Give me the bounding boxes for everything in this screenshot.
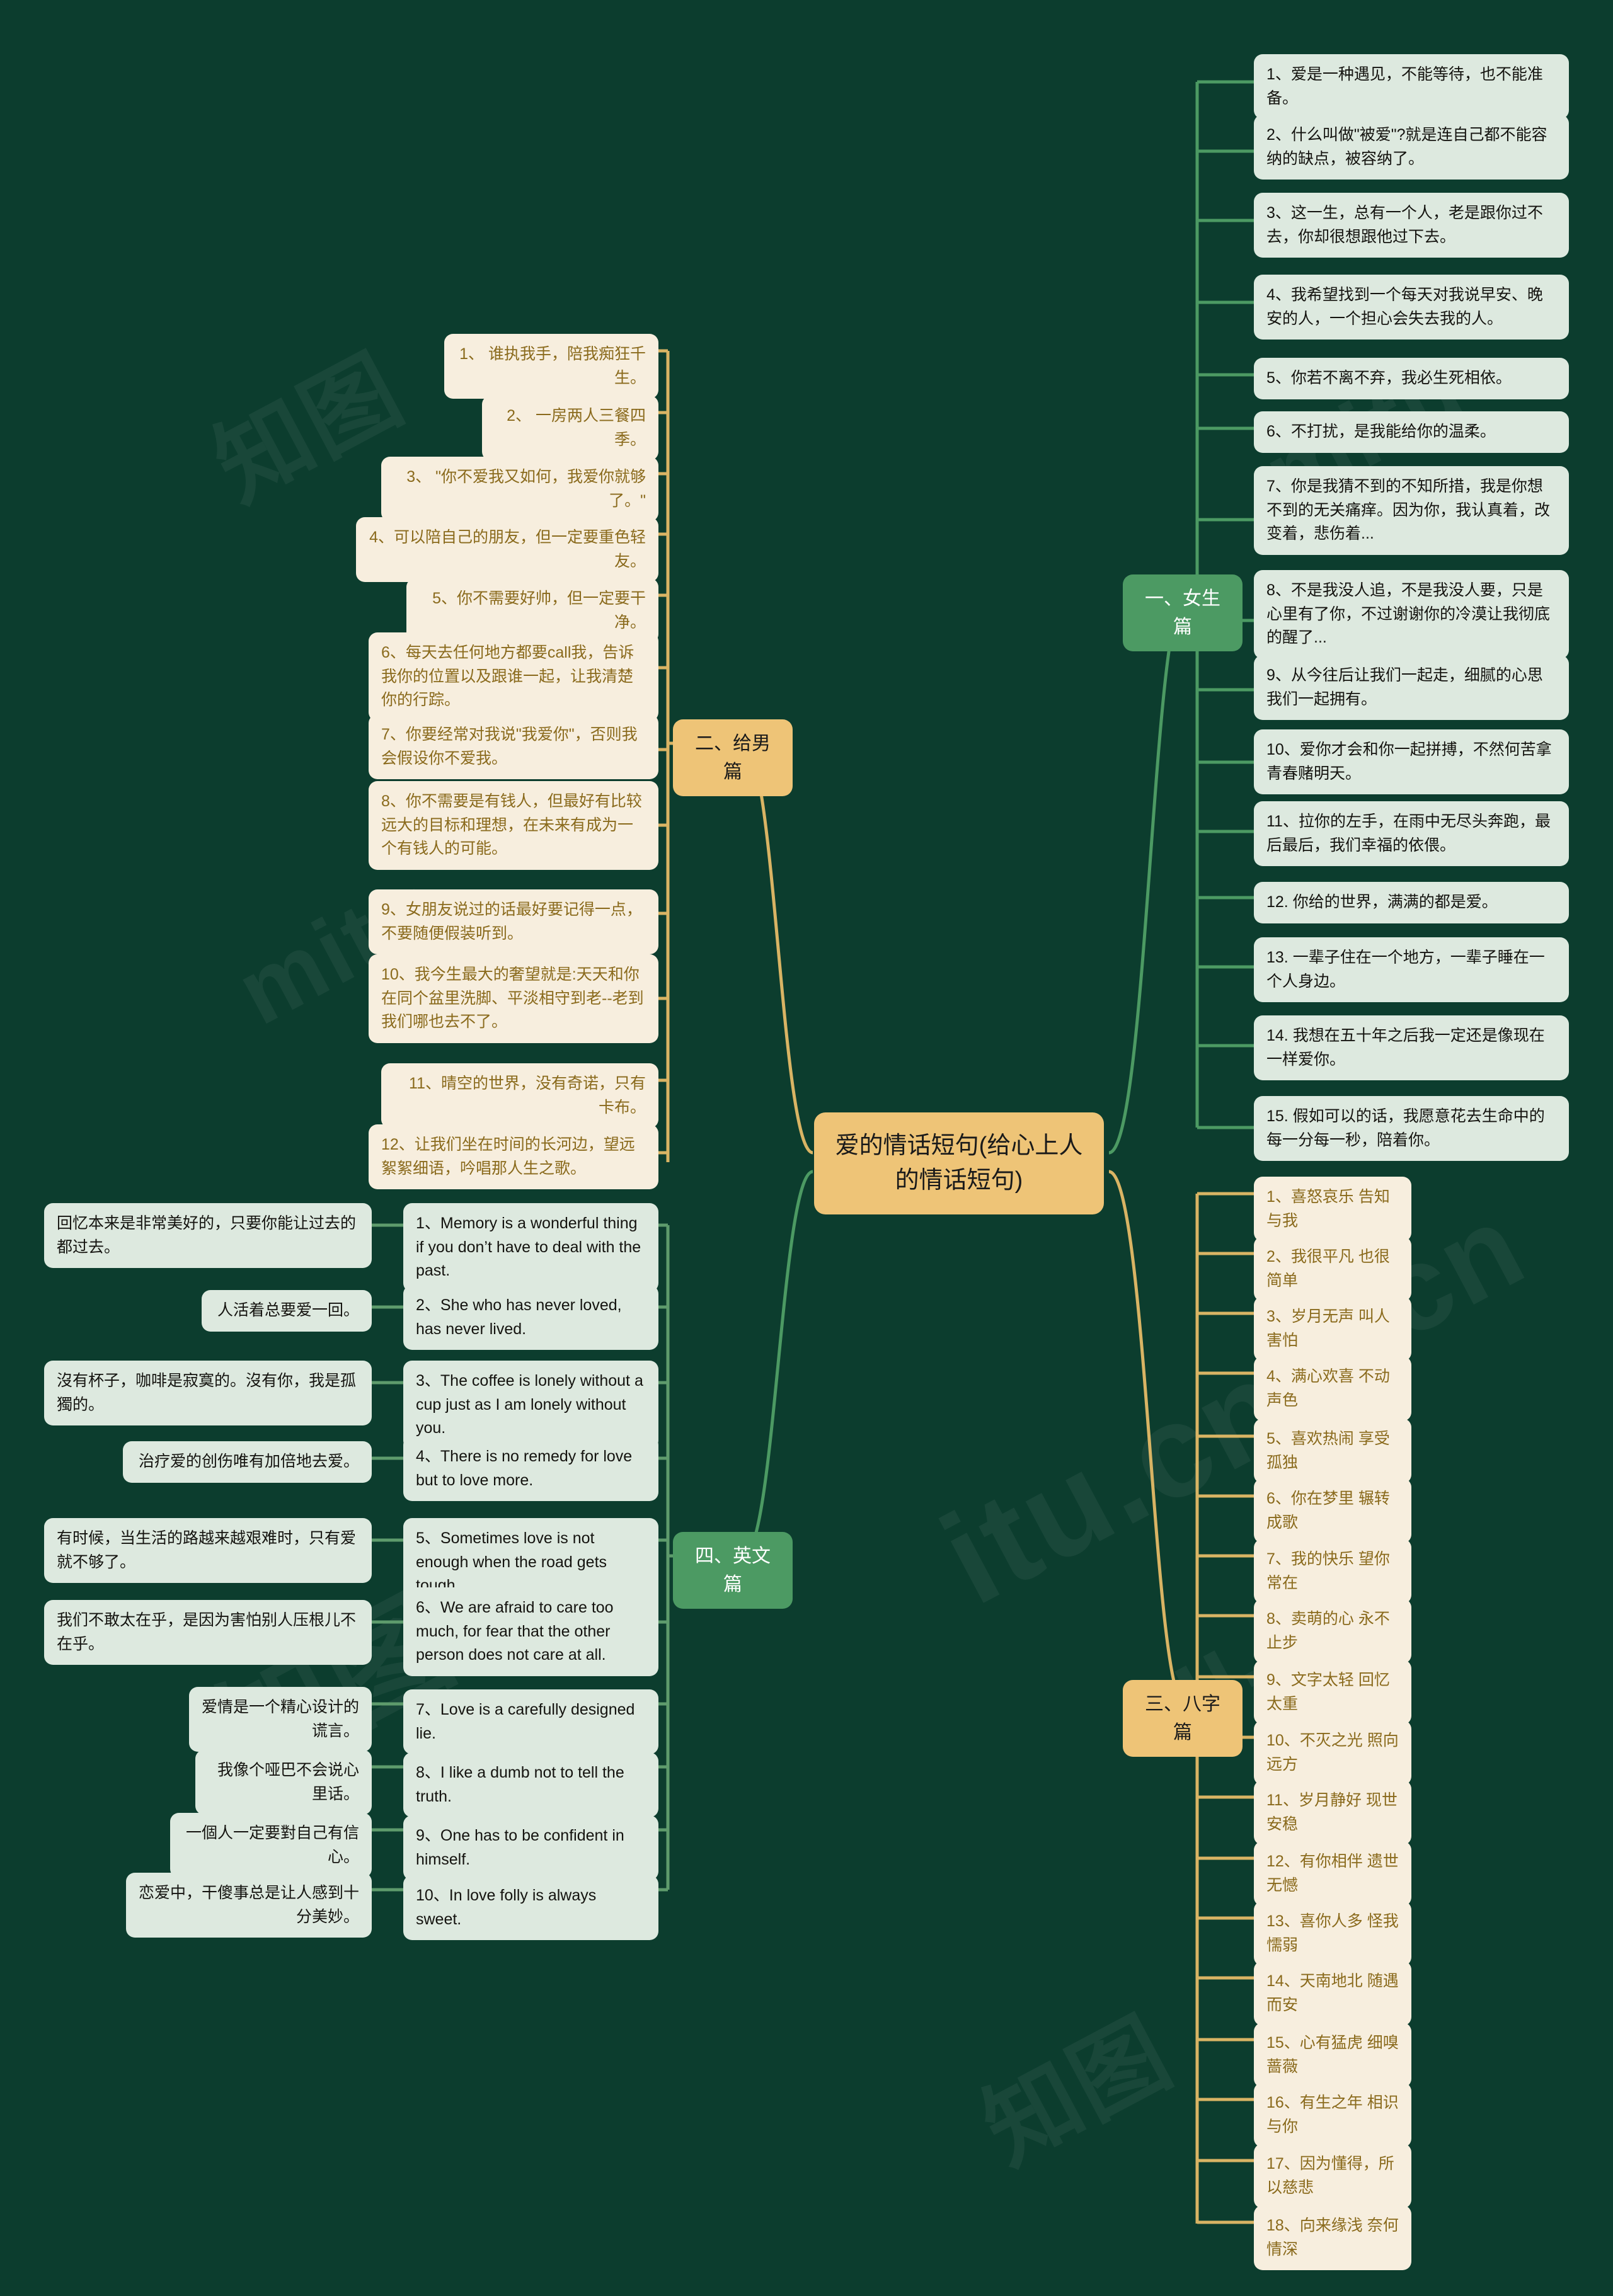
root-node[interactable]: 爱的情话短句(给心上人的情话短句): [814, 1112, 1104, 1215]
eight-item[interactable]: 5、喜欢热闹 享受孤独: [1254, 1419, 1411, 1483]
eight-item[interactable]: 2、我很平凡 也很简单: [1254, 1237, 1411, 1301]
girls-item[interactable]: 8、不是我没人追，不是我没人要，只是心里有了你，不过谢谢你的冷漠让我彻底的醒了.…: [1254, 570, 1569, 659]
boys-item[interactable]: 8、你不需要是有钱人，但最好有比较远大的目标和理想，在未来有成为一个有钱人的可能…: [369, 781, 658, 870]
english-item-zh[interactable]: 爱情是一个精心设计的谎言。: [189, 1687, 372, 1752]
english-item-en[interactable]: 9、One has to be confident in himself.: [403, 1815, 658, 1880]
boys-item[interactable]: 4、可以陪自己的朋友，但一定要重色轻友。: [356, 517, 658, 582]
branch-label-english[interactable]: 四、英文篇: [673, 1532, 793, 1609]
eight-item[interactable]: 17、因为懂得，所以慈悲: [1254, 2144, 1411, 2208]
eight-item[interactable]: 10、不灭之光 照向远方: [1254, 1720, 1411, 1785]
girls-item[interactable]: 14. 我想在五十年之后我一定还是像现在一样爱你。: [1254, 1015, 1569, 1080]
english-item-en[interactable]: 6、We are afraid to care too much, for fe…: [403, 1587, 658, 1676]
girls-item[interactable]: 13. 一辈子住在一个地方，一辈子睡在一个人身边。: [1254, 937, 1569, 1002]
girls-item[interactable]: 12. 你给的世界，满满的都是爱。: [1254, 882, 1569, 923]
english-item-zh[interactable]: 沒有杯子，咖啡是寂寞的。沒有你，我是孤獨的。: [44, 1361, 372, 1425]
eight-item[interactable]: 6、你在梦里 辗转成歌: [1254, 1478, 1411, 1543]
english-item-zh[interactable]: 我像个哑巴不会说心里话。: [195, 1750, 372, 1815]
boys-item[interactable]: 11、晴空的世界，没有奇诺，只有卡布。: [381, 1063, 658, 1128]
watermark: 知图: [967, 1999, 1188, 2184]
boys-item[interactable]: 6、每天去任何地方都要call我，告诉我你的位置以及跟谁一起，让我清楚你的行踪。: [369, 632, 658, 721]
girls-item[interactable]: 7、你是我猜不到的不知所措，我是你想不到的无关痛痒。因为你，我认真着，改变着，悲…: [1254, 466, 1569, 555]
english-item-en[interactable]: 2、She who has never loved, has never liv…: [403, 1285, 658, 1350]
branch-label-girls[interactable]: 一、女生篇: [1123, 574, 1243, 651]
english-item-en[interactable]: 7、Love is a carefully designed lie.: [403, 1689, 658, 1754]
english-item-zh[interactable]: 有时候，当生活的路越来越艰难时，只有爱就不够了。: [44, 1518, 372, 1583]
girls-item[interactable]: 1、爱是一种遇见，不能等待，也不能准备。: [1254, 54, 1569, 119]
girls-item[interactable]: 6、不打扰，是我能给你的温柔。: [1254, 411, 1569, 453]
eight-item[interactable]: 14、天南地北 随遇而安: [1254, 1961, 1411, 2026]
eight-item[interactable]: 12、有你相伴 遗世无憾: [1254, 1841, 1411, 1906]
girls-item[interactable]: 11、拉你的左手，在雨中无尽头奔跑，最后最后，我们幸福的依偎。: [1254, 801, 1569, 866]
english-item-en[interactable]: 4、There is no remedy for love but to lov…: [403, 1436, 658, 1501]
english-item-zh[interactable]: 恋爱中，干傻事总是让人感到十分美妙。: [126, 1873, 372, 1938]
boys-item[interactable]: 2、 一房两人三餐四季。: [482, 396, 658, 460]
eight-item[interactable]: 18、向来缘浅 奈何情深: [1254, 2205, 1411, 2270]
eight-item[interactable]: 9、文字太轻 回忆太重: [1254, 1660, 1411, 1725]
branch-label-eight[interactable]: 三、八字篇: [1123, 1680, 1243, 1757]
boys-item[interactable]: 7、你要经常对我说"我爱你"，否则我会假设你不爱我。: [369, 714, 658, 779]
english-item-zh[interactable]: 回忆本来是非常美好的，只要你能让过去的都过去。: [44, 1203, 372, 1268]
girls-item[interactable]: 10、爱你才会和你一起拼搏，不然何苦拿青春赌明天。: [1254, 729, 1569, 794]
english-item-zh[interactable]: 我们不敢太在乎，是因为害怕别人压根儿不在乎。: [44, 1600, 372, 1665]
eight-item[interactable]: 3、岁月无声 叫人害怕: [1254, 1296, 1411, 1361]
girls-item[interactable]: 15. 假如可以的话，我愿意花去生命中的每一分每一秒，陪着你。: [1254, 1096, 1569, 1161]
english-item-zh[interactable]: 一個人一定要對自己有信心。: [170, 1813, 372, 1878]
girls-item[interactable]: 3、这一生，总有一个人，老是跟你过不去，你却很想跟他过下去。: [1254, 193, 1569, 258]
english-item-en[interactable]: 1、Memory is a wonderful thing if you don…: [403, 1203, 658, 1292]
eight-item[interactable]: 13、喜你人多 怪我懦弱: [1254, 1901, 1411, 1966]
girls-item[interactable]: 9、从今往后让我们一起走，细腻的心思我们一起拥有。: [1254, 655, 1569, 720]
boys-item[interactable]: 10、我今生最大的奢望就是:天天和你在同个盆里洗脚、平淡相守到老--老到我们哪也…: [369, 954, 658, 1043]
eight-item[interactable]: 16、有生之年 相识与你: [1254, 2082, 1411, 2147]
girls-item[interactable]: 5、你若不离不弃，我必生死相依。: [1254, 358, 1569, 399]
boys-item[interactable]: 1、 谁执我手，陪我痴狂千生。: [444, 334, 658, 399]
branch-label-boys[interactable]: 二、给男篇: [673, 719, 793, 796]
eight-item[interactable]: 11、岁月静好 现世安稳: [1254, 1780, 1411, 1845]
girls-item[interactable]: 2、什么叫做"被爱"?就是连自己都不能容纳的缺点，被容纳了。: [1254, 115, 1569, 180]
boys-item[interactable]: 12、让我们坐在时间的长河边，望远絮絮细语，吟唱那人生之歌。: [369, 1124, 658, 1189]
eight-item[interactable]: 8、卖萌的心 永不止步: [1254, 1599, 1411, 1664]
eight-item[interactable]: 4、满心欢喜 不动声色: [1254, 1356, 1411, 1421]
english-item-zh[interactable]: 治疗爱的创伤唯有加倍地去爱。: [123, 1441, 372, 1483]
boys-item[interactable]: 3、 "你不爱我又如何，我爱你就够了。": [381, 457, 658, 522]
english-item-en[interactable]: 8、I like a dumb not to tell the truth.: [403, 1752, 658, 1817]
boys-item[interactable]: 9、女朋友说过的话最好要记得一点，不要随便假装听到。: [369, 889, 658, 954]
mindmap-canvas: 知图 u.cn mitu itu.cn 知图 知图 mitu u.cn: [0, 0, 1613, 2296]
eight-item[interactable]: 7、我的快乐 望你常在: [1254, 1539, 1411, 1604]
english-item-zh[interactable]: 人活着总要爱一回。: [202, 1290, 372, 1332]
english-item-en[interactable]: 10、In love folly is always sweet.: [403, 1875, 658, 1940]
eight-item[interactable]: 15、心有猛虎 细嗅蔷薇: [1254, 2023, 1411, 2088]
girls-item[interactable]: 4、我希望找到一个每天对我说早安、晚安的人，一个担心会失去我的人。: [1254, 275, 1569, 340]
eight-item[interactable]: 1、喜怒哀乐 告知与我: [1254, 1177, 1411, 1242]
